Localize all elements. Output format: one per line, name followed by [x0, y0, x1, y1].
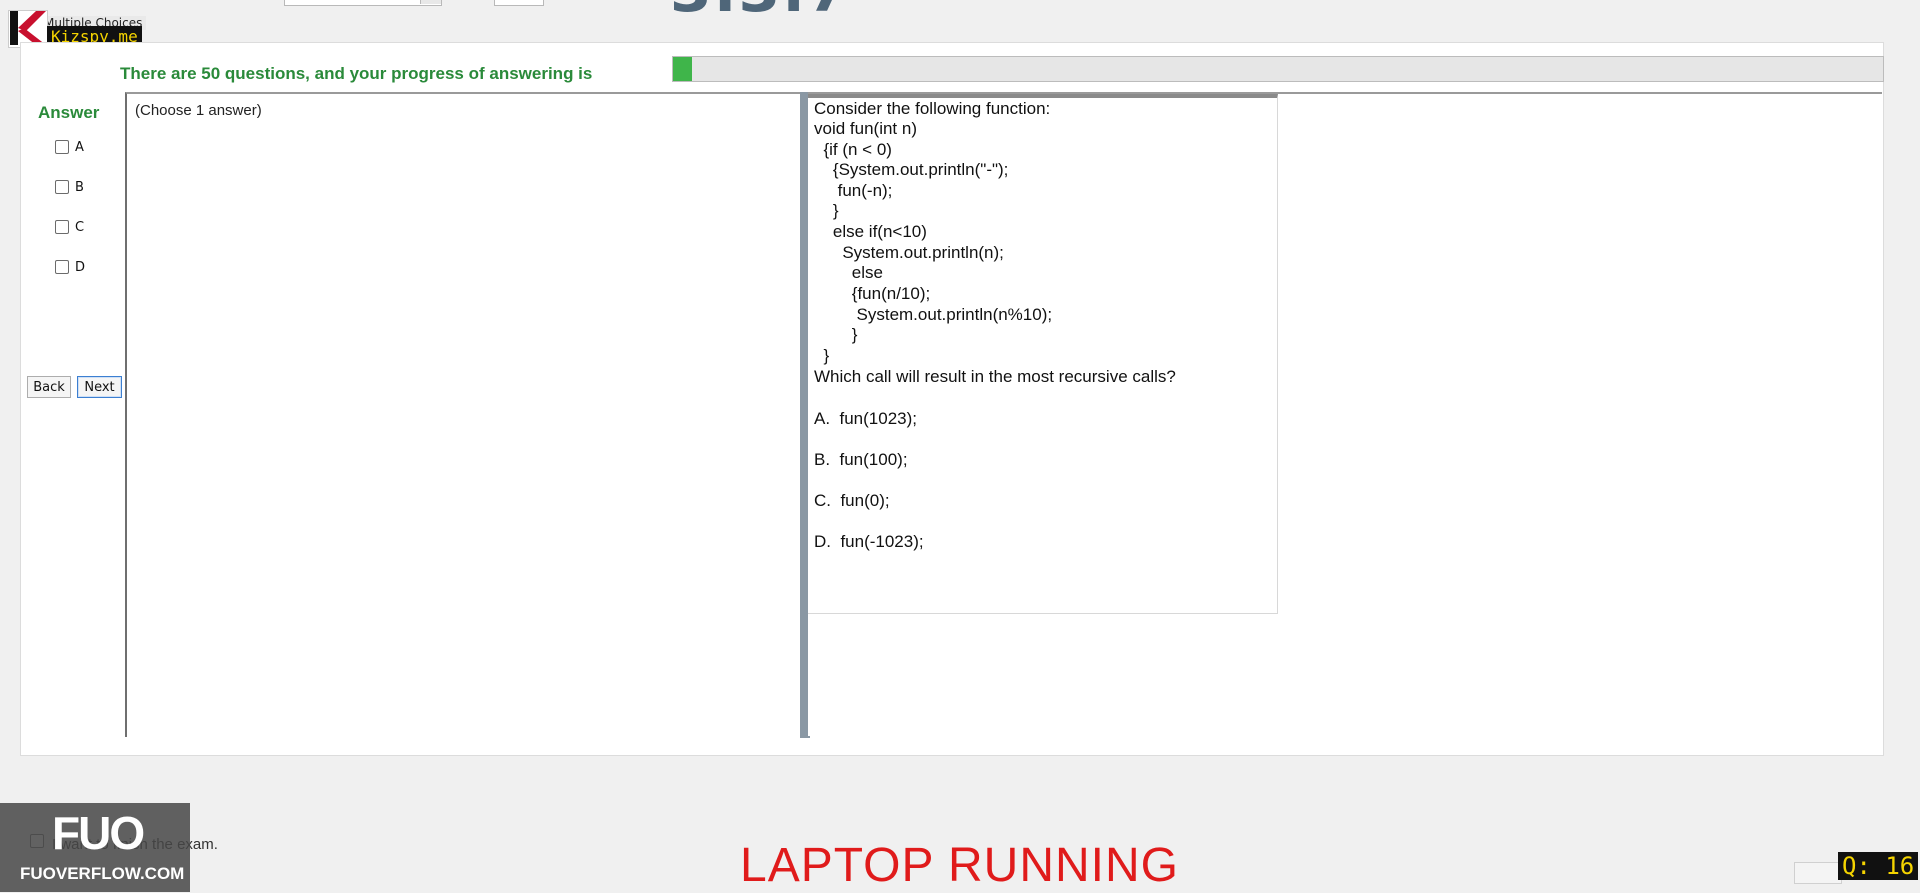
question-line: else	[814, 263, 883, 282]
choose-hint: (Choose 1 answer)	[135, 102, 262, 119]
question-line: }	[814, 346, 830, 365]
question-choice: A. fun(1023);	[814, 409, 918, 428]
question-line: fun(-n);	[814, 181, 893, 200]
checkbox-d[interactable]	[55, 260, 69, 274]
checkbox-b[interactable]	[55, 180, 69, 194]
question-line: System.out.println(n%10);	[814, 305, 1053, 324]
answer-option-b[interactable]: B	[55, 177, 84, 197]
checkbox-c[interactable]	[55, 220, 69, 234]
top-small-field[interactable]	[494, 0, 544, 6]
progress-bar	[672, 56, 1884, 82]
answer-option-label: A	[75, 139, 84, 155]
laptop-running-banner: LAPTOP RUNNING	[740, 839, 1179, 892]
question-line: System.out.println(n);	[814, 243, 1004, 262]
question-line: else if(n<10)	[814, 222, 927, 241]
answer-option-a[interactable]: A	[55, 137, 84, 157]
question-line: }	[814, 325, 858, 344]
back-button[interactable]: Back	[27, 376, 71, 398]
question-line: Consider the following function:	[814, 99, 1051, 118]
question-line: {if (n < 0)	[814, 140, 892, 159]
question-counter-badge: Q: 16	[1838, 852, 1919, 880]
bottom-right-control[interactable]	[1794, 862, 1842, 884]
top-combo-box[interactable]	[284, 0, 442, 6]
kizspy-k-icon	[10, 11, 46, 45]
question-line: Which call will result in the most recur…	[814, 367, 1176, 386]
answer-option-label: C	[75, 219, 85, 235]
fuo-logo: FUO	[52, 807, 145, 859]
top-combo-dropdown-button[interactable]	[420, 0, 441, 4]
answer-option-c[interactable]: C	[55, 217, 84, 237]
answer-text-area[interactable]	[125, 92, 801, 737]
checkbox-a[interactable]	[55, 140, 69, 154]
answer-title: Answer	[38, 103, 100, 122]
fuo-site-label: FUOVERFLOW.COM	[20, 864, 185, 883]
next-button[interactable]: Next	[77, 376, 122, 398]
question-line: void fun(int n)	[814, 119, 917, 138]
answer-option-label: D	[75, 259, 86, 275]
question-line: {System.out.println("-");	[814, 160, 1009, 179]
answer-option-d[interactable]: D	[55, 257, 85, 277]
question-line: {fun(n/10);	[814, 284, 931, 303]
question-choice: C. fun(0);	[814, 491, 890, 510]
progress-label: There are 50 questions, and your progres…	[120, 64, 593, 83]
question-line: }	[814, 201, 839, 220]
progress-bar-fill	[673, 57, 692, 81]
exam-code: 3.3.7	[670, 0, 851, 26]
question-choice: B. fun(100);	[814, 450, 908, 469]
question-choice: D. fun(-1023);	[814, 532, 924, 551]
answer-option-label: B	[75, 179, 84, 195]
